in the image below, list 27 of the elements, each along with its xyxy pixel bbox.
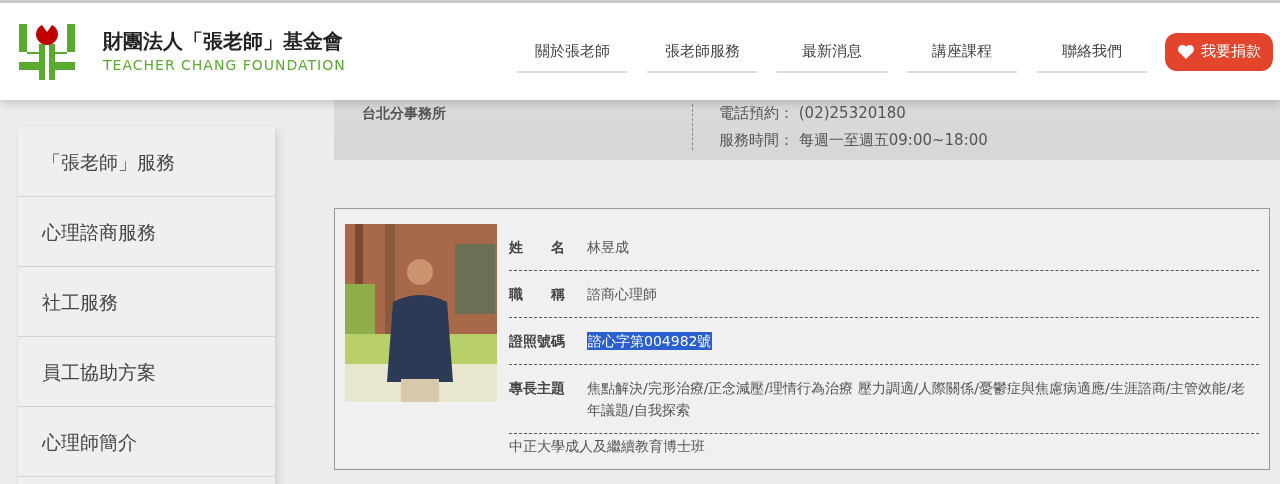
education-text: 中正大學成人及繼續教育博士班 [509, 437, 706, 456]
field-value: 諮商心理師 [587, 285, 657, 304]
organization-name-english: TEACHER CHANG FOUNDATION [103, 55, 346, 75]
office-info-line: 服務時間： 每週一至週五09:00~18:00 [719, 131, 988, 150]
field-label: 姓 名 [509, 238, 566, 257]
sidebar-item[interactable]: 「張老師」服務 [18, 127, 275, 197]
field-label: 專長主題 [509, 379, 566, 398]
nav-link[interactable]: 關於張老師 [517, 30, 627, 73]
field-value: 焦點解決/完形治療/正念減壓/理情行為治療 壓力調適/人際關係/憂鬱症與焦慮病適應/生涯諮商/主管效能/老年議題/自我探索 [587, 379, 1247, 420]
field-label: 職 稱 [509, 285, 566, 304]
nav-link[interactable]: 聯絡我們 [1037, 30, 1147, 73]
field-label: 證照號碼 [509, 332, 566, 351]
sidebar-item[interactable]: 社工服務 [18, 267, 275, 337]
nav-link[interactable]: 最新消息 [777, 30, 887, 73]
sidebar-item[interactable]: 心理師簡介 [18, 407, 275, 477]
office-name: 台北分事務所 [361, 105, 447, 123]
organization-name: 財團法人「張老師」基金會 [103, 27, 344, 54]
sidebar-item[interactable]: 心理諮商服務 [18, 197, 275, 267]
donate-button[interactable]: 我要捐款 [1165, 32, 1273, 71]
heart-icon [1177, 43, 1195, 60]
nav-link[interactable]: 講座課程 [907, 30, 1017, 73]
sidebar-item[interactable]: 員工協助方案 [18, 337, 275, 407]
office-info-line: 電話預約： (02)25320180 [719, 104, 907, 123]
nav-link[interactable]: 張老師服務 [647, 30, 757, 73]
field-value: 林昱成 [587, 238, 629, 257]
logo-icon[interactable] [19, 23, 75, 80]
field-value: 諮心字第004982號 [587, 331, 713, 352]
